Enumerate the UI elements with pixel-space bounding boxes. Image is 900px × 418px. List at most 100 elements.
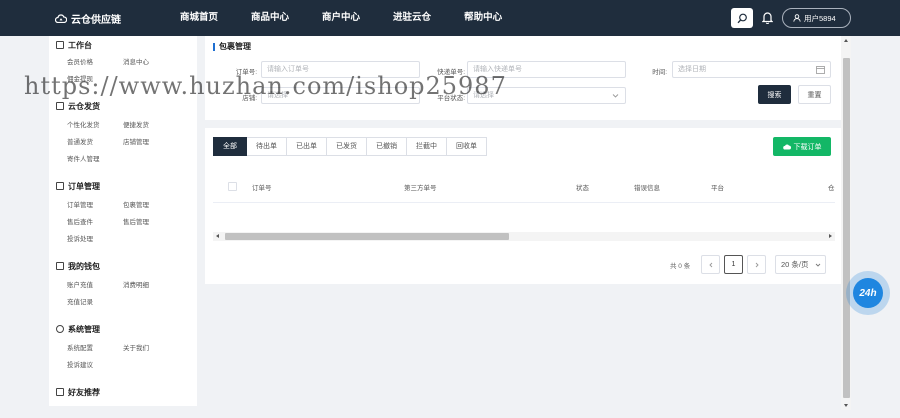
sidebar-item-about-us[interactable]: 关于我们 — [123, 342, 149, 352]
sidebar-item-recharge[interactable]: 账户充值 — [67, 279, 93, 289]
download-orders-button[interactable]: 下载订单 — [773, 137, 831, 156]
grid-icon — [56, 102, 64, 110]
prev-page-button[interactable] — [701, 255, 720, 274]
pagination-total: 共 0 条 — [670, 263, 691, 270]
column-order-number: 订单号 — [252, 185, 272, 192]
sidebar-section-title[interactable]: 系统管理 — [56, 323, 100, 335]
sidebar-item-package-manage[interactable]: 包裹管理 — [123, 199, 149, 209]
sidebar-item-feedback[interactable]: 投诉建议 — [67, 359, 93, 369]
sidebar-item-expense-detail[interactable]: 消费明细 — [123, 279, 149, 289]
sidebar-item-aftersale-manage[interactable]: 售后管理 — [123, 216, 149, 226]
support-24h-button[interactable]: 24h — [846, 271, 890, 315]
desktop-icon — [56, 41, 64, 49]
chevron-left-icon — [708, 262, 712, 267]
tab-recycled[interactable]: 回收单 — [447, 137, 487, 156]
shop-select[interactable]: 请选择 — [261, 87, 420, 104]
user-name: 用户5894 — [804, 13, 836, 23]
sidebar-item-member-price[interactable]: 会员价格 — [67, 56, 93, 66]
sidebar-section-title[interactable]: 好友推荐 — [56, 386, 100, 398]
sidebar-item-aftersale-query[interactable]: 售后查件 — [67, 216, 93, 226]
date-picker[interactable]: 选择日期 — [672, 61, 831, 78]
tab-issued[interactable]: 已出单 — [287, 137, 327, 156]
scrollbar-thumb[interactable] — [225, 233, 509, 240]
time-label: 时间: — [652, 69, 667, 76]
table-horizontal-scrollbar[interactable] — [213, 232, 835, 241]
gear-icon — [56, 325, 64, 333]
headset-icon: 24h — [853, 278, 883, 308]
scroll-down-arrow[interactable] — [843, 404, 848, 407]
page-vertical-scrollbar[interactable] — [841, 36, 851, 410]
sidebar-section-shipping: 云仓发货 — [56, 100, 100, 112]
nav-products[interactable]: 商品中心 — [251, 0, 289, 36]
nav-join[interactable]: 进驻云仓 — [393, 0, 431, 36]
sidebar-item-shop-manage[interactable]: 店铺管理 — [123, 136, 149, 146]
scrollbar-thumb[interactable] — [843, 58, 850, 398]
sidebar-section-title[interactable]: 云仓发货 — [56, 100, 100, 112]
sidebar-item-quick-ship[interactable]: 便捷发货 — [123, 119, 149, 129]
sidebar-item-complaints[interactable]: 投诉处理 — [67, 233, 93, 243]
brand-logo[interactable]: 云仓供应链 — [55, 11, 121, 26]
column-third-party-number: 第三方单号 — [404, 185, 437, 192]
sidebar: 工作台 会员价格 消息中心 佣金提现 云仓发货 个性化发货 便捷发货 普通发货 … — [49, 36, 197, 406]
top-nav: 云仓供应链 商城首页 商品中心 商户中心 进驻云仓 帮助中心 用户5894 — [0, 0, 900, 36]
search-icon — [737, 13, 747, 23]
list-icon — [56, 182, 64, 190]
status-tabs: 全部 待出单 已出单 已发货 已撤销 拦截中 回收单 — [213, 137, 487, 156]
express-number-label: 快递单号: — [437, 69, 465, 76]
scroll-left-arrow[interactable] — [216, 234, 219, 238]
brand-name: 云仓供应链 — [71, 14, 121, 26]
column-status: 状态 — [576, 185, 589, 192]
sidebar-section-orders: 订单管理 — [56, 180, 100, 192]
sidebar-section-title[interactable]: 订单管理 — [56, 180, 100, 192]
tab-cancelled[interactable]: 已撤销 — [367, 137, 407, 156]
sidebar-item-messages[interactable]: 消息中心 — [123, 56, 149, 66]
order-number-input[interactable]: 请输入订单号 — [261, 61, 420, 78]
reset-button[interactable]: 重置 — [798, 85, 831, 104]
sidebar-item-recharge-records[interactable]: 充值记录 — [67, 296, 93, 306]
sidebar-section-workbench: 工作台 — [56, 39, 92, 51]
sidebar-item-sender-manage[interactable]: 寄件人管理 — [67, 153, 100, 163]
column-warehouse: 仓 — [828, 185, 835, 192]
sidebar-section-referral: 好友推荐 — [56, 386, 100, 398]
filter-panel: 包裹管理 订单号: 请输入订单号 快递单号: 请输入快递单号 时间: 选择日期 … — [205, 36, 841, 120]
select-all-checkbox[interactable] — [228, 182, 237, 191]
package-table-panel: 全部 待出单 已出单 已发货 已撤销 拦截中 回收单 下载订单 订单号 第三方单… — [205, 128, 841, 284]
scroll-right-arrow[interactable] — [829, 234, 832, 238]
search-button[interactable] — [731, 8, 753, 28]
nav-merchant[interactable]: 商户中心 — [322, 0, 360, 36]
nav-help[interactable]: 帮助中心 — [464, 0, 502, 36]
page-number-button[interactable]: 1 — [724, 255, 743, 274]
sidebar-section-title[interactable]: 工作台 — [56, 39, 92, 51]
wallet-icon — [56, 262, 64, 270]
platform-status-select[interactable]: 请选择 — [467, 87, 626, 104]
sidebar-section-wallet: 我的钱包 — [56, 260, 100, 272]
platform-status-label: 平台状态: — [437, 95, 465, 102]
chevron-down-icon — [612, 94, 619, 98]
bell-icon[interactable] — [762, 11, 773, 24]
table-header: 订单号 第三方单号 状态 错误信息 平台 仓 — [213, 171, 835, 203]
sidebar-item-system-config[interactable]: 系统配置 — [67, 342, 93, 352]
sidebar-section-system: 系统管理 — [56, 323, 100, 335]
sidebar-item-withdraw[interactable]: 佣金提现 — [67, 73, 93, 83]
scroll-up-arrow[interactable] — [843, 39, 848, 42]
tab-intercepting[interactable]: 拦截中 — [407, 137, 447, 156]
search-submit-button[interactable]: 搜索 — [758, 85, 791, 104]
sidebar-item-custom-ship[interactable]: 个性化发货 — [67, 119, 100, 129]
express-number-input[interactable]: 请输入快递单号 — [467, 61, 626, 78]
user-icon — [793, 14, 801, 22]
user-menu-button[interactable]: 用户5894 — [782, 8, 851, 28]
sidebar-section-title[interactable]: 我的钱包 — [56, 260, 100, 272]
cloud-icon — [55, 13, 67, 23]
nav-home[interactable]: 商城首页 — [180, 0, 218, 36]
tab-shipped[interactable]: 已发货 — [327, 137, 367, 156]
order-number-label: 订单号: — [235, 69, 257, 76]
sidebar-item-normal-ship[interactable]: 普通发货 — [67, 136, 93, 146]
sidebar-item-order-manage[interactable]: 订单管理 — [67, 199, 93, 209]
tab-pending[interactable]: 待出单 — [247, 137, 287, 156]
gift-icon — [56, 388, 64, 396]
next-page-button[interactable] — [747, 255, 766, 274]
page-title: 包裹管理 — [213, 41, 251, 52]
tab-all[interactable]: 全部 — [213, 137, 247, 156]
column-platform: 平台 — [711, 185, 724, 192]
page-size-select[interactable]: 20 条/页 — [775, 255, 826, 274]
